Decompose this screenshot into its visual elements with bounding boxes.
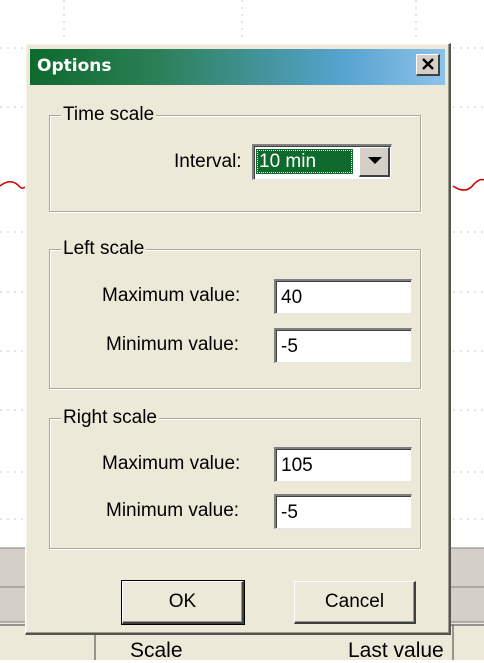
- right-scale-group: Right scale: [49, 406, 421, 549]
- left-max-label: Maximum value:: [102, 285, 241, 306]
- left-min-label: Minimum value:: [106, 334, 240, 355]
- left-min-input[interactable]: -5: [274, 328, 412, 363]
- right-max-label: Maximum value:: [102, 453, 241, 474]
- chevron-down-icon: [368, 157, 382, 164]
- left-scale-group-title: Left scale: [61, 237, 147, 261]
- right-scale-group-title: Right scale: [61, 406, 159, 430]
- interval-dropdown-button[interactable]: [359, 147, 390, 177]
- dialog-title: Options: [37, 56, 112, 76]
- interval-select[interactable]: 10 min: [252, 144, 392, 180]
- interval-selected-value: 10 min: [256, 149, 353, 174]
- table-header-scale: Scale: [130, 639, 183, 662]
- time-scale-group-title: Time scale: [61, 103, 157, 127]
- options-dialog: Options Time scale Interval: 10 min Left…: [25, 43, 451, 635]
- right-min-label: Minimum value:: [106, 500, 240, 521]
- cancel-button[interactable]: Cancel: [294, 581, 416, 624]
- close-button[interactable]: [416, 54, 440, 76]
- close-x-icon: [422, 58, 434, 70]
- right-min-input[interactable]: -5: [274, 494, 412, 529]
- left-scale-group: Left scale: [49, 237, 421, 389]
- chart-trace-line: [0, 181, 26, 189]
- ok-button[interactable]: OK: [121, 580, 245, 625]
- chart-trace-line: [452, 178, 484, 191]
- right-max-input[interactable]: 105: [274, 447, 412, 482]
- table-header-last-value: Last value: [348, 639, 444, 662]
- interval-label: Interval:: [174, 151, 242, 172]
- left-max-input[interactable]: 40: [274, 279, 412, 314]
- dialog-titlebar[interactable]: Options: [30, 49, 445, 85]
